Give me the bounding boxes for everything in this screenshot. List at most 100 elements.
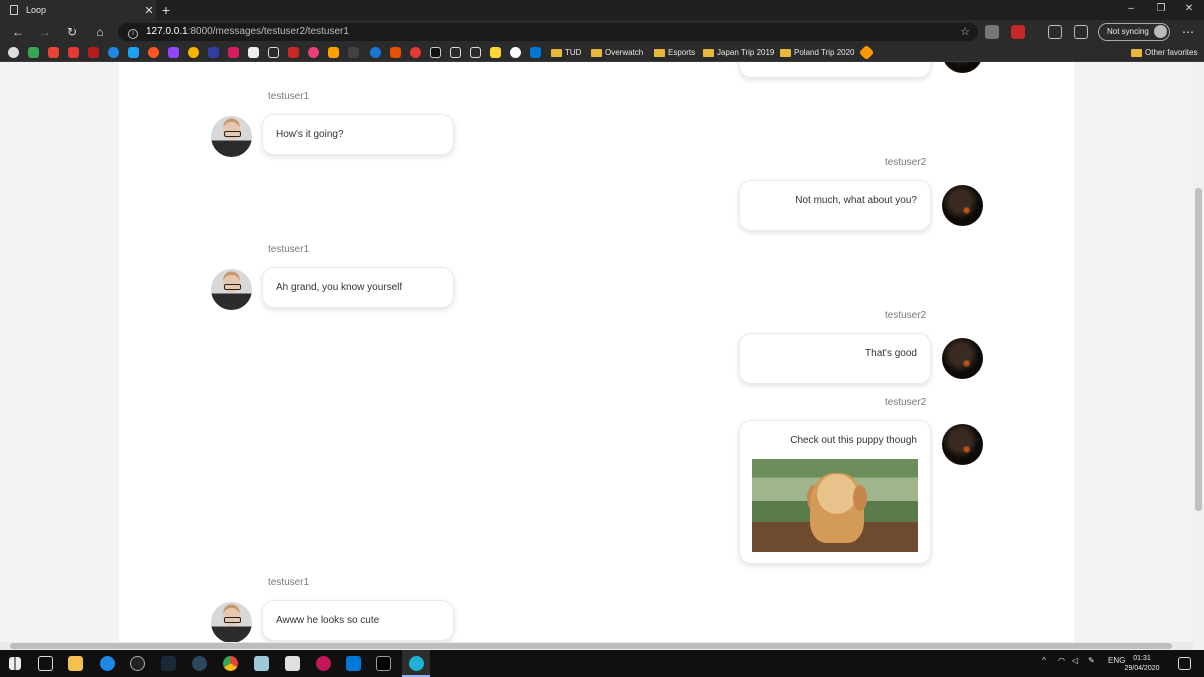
pen-icon[interactable]: ✎ bbox=[1088, 656, 1095, 665]
volume-icon[interactable]: ◁ bbox=[1072, 656, 1078, 665]
profile-sync-button[interactable]: Not syncing bbox=[1098, 23, 1170, 41]
taskbar-clock[interactable]: 01:31 29/04/2020 bbox=[1124, 654, 1160, 674]
bookmark-icon[interactable] bbox=[390, 47, 401, 58]
file-explorer-icon[interactable] bbox=[68, 656, 83, 671]
forward-arrow-icon[interactable]: → bbox=[37, 24, 53, 40]
new-tab-button[interactable]: + bbox=[158, 2, 174, 18]
bookmark-folder-poland[interactable]: Poland Trip 2020 bbox=[780, 47, 855, 59]
chrome-icon[interactable] bbox=[223, 656, 238, 671]
bookmark-icon[interactable] bbox=[328, 47, 339, 58]
minimize-button[interactable]: – bbox=[1116, 0, 1146, 20]
extension-icon[interactable] bbox=[985, 25, 999, 39]
terminal-icon[interactable] bbox=[376, 656, 391, 671]
bookmark-icon[interactable] bbox=[208, 47, 219, 58]
taskbar-app-icon[interactable] bbox=[161, 656, 176, 671]
avatar-testuser1[interactable] bbox=[211, 602, 252, 642]
show-hidden-icons[interactable]: ^ bbox=[1042, 656, 1046, 665]
google-bookmark-icon[interactable] bbox=[8, 47, 19, 58]
avatar-testuser1[interactable] bbox=[211, 269, 252, 310]
taskbar-app-icon[interactable] bbox=[130, 656, 145, 671]
close-tab-icon[interactable]: ✕ bbox=[142, 4, 156, 17]
steam-icon[interactable] bbox=[192, 656, 207, 671]
refresh-icon[interactable]: ↻ bbox=[64, 24, 80, 40]
bookmark-icon[interactable] bbox=[430, 47, 441, 58]
bookmark-icon[interactable] bbox=[188, 47, 199, 58]
twitch-bookmark-icon[interactable] bbox=[168, 47, 179, 58]
vertical-scrollbar[interactable] bbox=[1193, 62, 1204, 650]
page-bookmark-icon[interactable] bbox=[450, 47, 461, 58]
bookmark-icon[interactable] bbox=[858, 44, 875, 61]
puppy-ear bbox=[853, 485, 867, 511]
page-viewport: testuser1 How's it going? testuser2 Not … bbox=[0, 62, 1193, 642]
browser-tab[interactable]: Loop ✕ bbox=[0, 0, 156, 20]
page-bookmark-icon[interactable] bbox=[268, 47, 279, 58]
avatar-testuser1[interactable] bbox=[211, 116, 252, 157]
url-path: :8000/messages/testuser2/testuser1 bbox=[187, 26, 349, 37]
vscode-icon[interactable] bbox=[346, 656, 361, 671]
task-view-icon[interactable] bbox=[38, 656, 53, 671]
taskbar-app-icon[interactable] bbox=[285, 656, 300, 671]
bookmark-icon[interactable] bbox=[228, 47, 239, 58]
avatar-testuser2[interactable] bbox=[942, 424, 983, 465]
horizontal-scroll-thumb[interactable] bbox=[10, 643, 1172, 649]
other-favorites-folder[interactable]: Other favorites bbox=[1131, 47, 1197, 59]
message-username: testuser2 bbox=[885, 310, 927, 321]
github-bookmark-icon[interactable] bbox=[510, 47, 521, 58]
message-username: testuser1 bbox=[268, 577, 310, 588]
bookmark-icon[interactable] bbox=[288, 47, 299, 58]
address-bar[interactable]: i 127.0.0.1:8000/messages/testuser2/testu… bbox=[118, 23, 978, 41]
avatar-testuser2[interactable] bbox=[942, 62, 983, 73]
bookmark-icon[interactable] bbox=[88, 47, 99, 58]
taskbar-app-icon[interactable] bbox=[316, 656, 331, 671]
message-bubble: Awww he looks so cute bbox=[262, 600, 454, 641]
avatar-testuser2[interactable] bbox=[942, 185, 983, 226]
taskbar-app-icon[interactable] bbox=[100, 656, 115, 671]
extension-new-icon[interactable] bbox=[1011, 25, 1025, 39]
page-icon bbox=[10, 5, 18, 15]
restore-button[interactable]: ❐ bbox=[1146, 0, 1176, 20]
network-icon[interactable]: ◠ bbox=[1058, 656, 1065, 665]
gmail-bookmark-icon[interactable] bbox=[48, 47, 59, 58]
messenger-bookmark-icon[interactable] bbox=[108, 47, 119, 58]
notifications-icon[interactable] bbox=[1178, 657, 1191, 670]
message-text: That's good bbox=[865, 348, 917, 359]
input-language[interactable]: ENG bbox=[1108, 656, 1125, 665]
favorites-icon[interactable] bbox=[1048, 25, 1062, 39]
reddit-bookmark-icon[interactable] bbox=[148, 47, 159, 58]
favorite-star-icon[interactable]: ☆ bbox=[960, 23, 970, 41]
horizontal-scrollbar[interactable] bbox=[0, 642, 1193, 650]
bookmark-folder-japan[interactable]: Japan Trip 2019 bbox=[703, 47, 774, 59]
more-menu-icon[interactable]: ⋯ bbox=[1180, 24, 1196, 40]
bookmark-icon[interactable] bbox=[410, 47, 421, 58]
bookmark-folder-tud[interactable]: TUD bbox=[551, 47, 581, 59]
collections-icon[interactable] bbox=[1074, 25, 1088, 39]
maps-bookmark-icon[interactable] bbox=[28, 47, 39, 58]
message-username: testuser2 bbox=[885, 157, 927, 168]
message-text: Check out this puppy though bbox=[790, 435, 917, 446]
edge-icon[interactable] bbox=[409, 656, 424, 671]
bookmark-icon[interactable] bbox=[490, 47, 501, 58]
bookmark-icon[interactable] bbox=[348, 47, 359, 58]
tab-title: Loop bbox=[26, 5, 47, 15]
bookmark-icon[interactable] bbox=[530, 47, 541, 58]
youtube-bookmark-icon[interactable] bbox=[68, 47, 79, 58]
back-arrow-icon[interactable]: ← bbox=[10, 24, 26, 40]
info-icon[interactable]: i bbox=[128, 29, 138, 39]
close-window-button[interactable]: ✕ bbox=[1174, 0, 1204, 20]
puppy-image[interactable] bbox=[752, 459, 918, 552]
page-bookmark-icon[interactable] bbox=[470, 47, 481, 58]
browser-toolbar: ← → ↻ ⌂ i 127.0.0.1:8000/messages/testuse… bbox=[0, 20, 1204, 44]
bookmark-folder-esports[interactable]: Esports bbox=[654, 47, 695, 59]
bookmark-icon[interactable] bbox=[248, 47, 259, 58]
home-icon[interactable]: ⌂ bbox=[92, 24, 108, 40]
taskbar-app-icon[interactable] bbox=[254, 656, 269, 671]
windows-start-icon[interactable] bbox=[9, 657, 21, 670]
bookmark-icon[interactable] bbox=[370, 47, 381, 58]
avatar-testuser2[interactable] bbox=[942, 338, 983, 379]
profile-avatar-icon bbox=[1154, 25, 1167, 38]
vertical-scroll-thumb[interactable] bbox=[1195, 188, 1202, 511]
bookmark-folder-overwatch[interactable]: Overwatch bbox=[591, 47, 643, 59]
message-text: Not much, what about you? bbox=[795, 195, 917, 206]
bookmark-icon[interactable] bbox=[308, 47, 319, 58]
twitter-bookmark-icon[interactable] bbox=[128, 47, 139, 58]
